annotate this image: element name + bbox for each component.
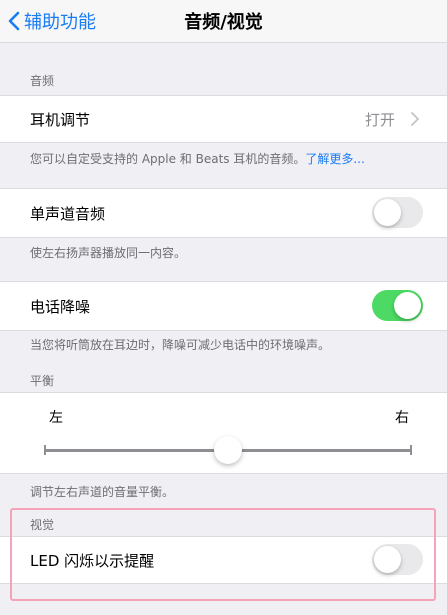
- noise-cancellation-footer: 当您将听筒放在耳边时，降噪可减少电话中的环境噪声。: [30, 338, 331, 352]
- chevron-right-icon: [411, 112, 419, 126]
- balance-right-label: 右: [395, 410, 409, 426]
- noise-cancellation-row: 电话降噪: [0, 281, 447, 331]
- noise-cancellation-toggle[interactable]: [372, 290, 423, 321]
- headphone-label: 耳机调节: [30, 111, 91, 129]
- headphone-footer: 您可以自定受支持的 Apple 和 Beats 耳机的音频。了解更多...: [30, 150, 365, 167]
- page-title: 音频/视觉: [184, 12, 263, 33]
- balance-footer: 调节左右声道的音量平衡。: [30, 485, 175, 499]
- balance-slider-thumb[interactable]: [214, 436, 242, 464]
- headphone-value: 打开: [364, 111, 395, 129]
- balance-row: 左 右: [0, 392, 447, 474]
- section-label-audio: 音频: [30, 74, 55, 88]
- mono-audio-footer: 使左右扬声器播放同一内容。: [30, 246, 187, 260]
- balance-tick-right: [410, 445, 412, 455]
- mono-audio-label: 单声道音频: [30, 205, 106, 223]
- section-label-balance: 平衡: [30, 374, 55, 388]
- mono-audio-row: 单声道音频: [0, 188, 447, 238]
- balance-tick-left: [44, 445, 46, 455]
- highlight-box: [10, 508, 436, 601]
- balance-left-label: 左: [49, 410, 63, 426]
- headphone-accommodations-row[interactable]: 耳机调节 打开: [0, 95, 447, 143]
- learn-more-link[interactable]: 了解更多...: [305, 152, 364, 166]
- noise-cancellation-label: 电话降噪: [30, 298, 91, 316]
- mono-audio-toggle[interactable]: [372, 197, 423, 228]
- headphone-footer-text: 您可以自定受支持的 Apple 和 Beats 耳机的音频。: [30, 152, 306, 166]
